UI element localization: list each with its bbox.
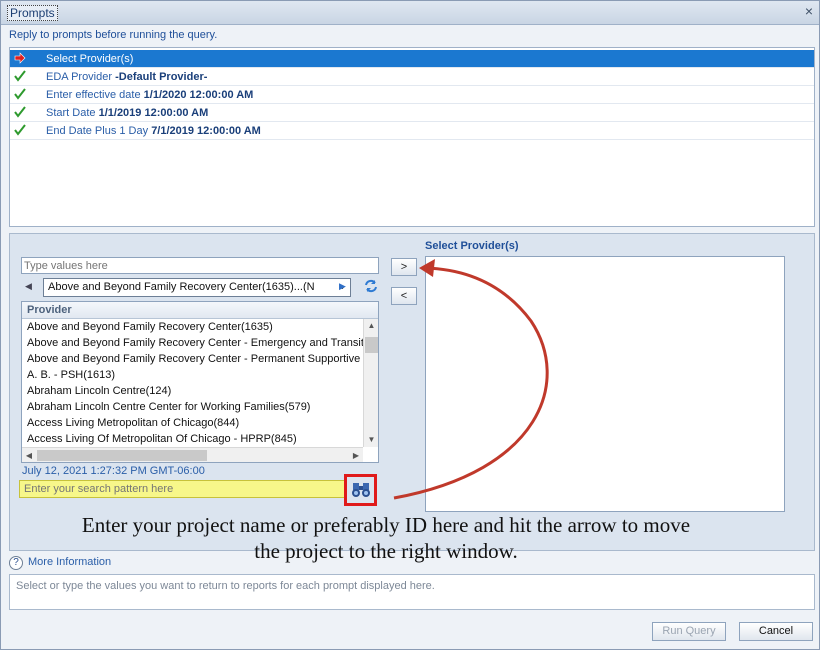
dialog-title: Prompts: [7, 5, 58, 21]
prompt-label-text: Enter effective date: [46, 89, 141, 101]
refresh-icon[interactable]: [363, 278, 379, 298]
prompt-row-end-date[interactable]: End Date Plus 1 Day 7/1/2019 12:00:00 AM: [10, 122, 814, 140]
scroll-up-icon[interactable]: ▲: [364, 319, 379, 333]
prompt-label-text: Start Date: [46, 107, 96, 119]
list-item[interactable]: Access Living Metropolitan of Chicago(84…: [27, 417, 363, 433]
red-arrow-icon: [14, 52, 28, 66]
title-bar: Prompts ×: [1, 1, 819, 25]
provider-list[interactable]: Provider Above and Beyond Family Recover…: [21, 301, 379, 463]
list-item[interactable]: Above and Beyond Family Recovery Center …: [27, 353, 363, 369]
prompt-value: 1/1/2020 12:00:00 AM: [143, 89, 254, 101]
scroll-right-icon[interactable]: ▶: [349, 449, 363, 462]
prompt-label: Start Date 1/1/2019 12:00:00 AM: [46, 107, 208, 119]
prompt-value: 1/1/2019 12:00:00 AM: [98, 107, 209, 119]
list-item[interactable]: Above and Beyond Family Recovery Center …: [27, 337, 363, 353]
close-icon[interactable]: ×: [805, 3, 813, 19]
remove-button[interactable]: <: [391, 287, 417, 305]
binoculars-icon: [351, 481, 371, 503]
selected-values-heading: Select Provider(s): [425, 240, 519, 252]
annotation-text: Enter your project name or preferably ID…: [16, 512, 756, 564]
prompt-row-select-provider[interactable]: Select Provider(s): [10, 50, 814, 68]
help-icon: ?: [9, 556, 23, 570]
prompt-label: Enter effective date 1/1/2020 12:00:00 A…: [46, 89, 253, 101]
list-item[interactable]: Abraham Lincoln Centre(124): [27, 385, 363, 401]
selected-values-list[interactable]: [425, 256, 785, 512]
prompt-label-text: End Date Plus 1 Day: [46, 125, 149, 137]
annotation-line-1: Enter your project name or preferably ID…: [81, 513, 691, 537]
scroll-thumb[interactable]: [365, 337, 378, 353]
prompt-list: Select Provider(s) EDA Provider -Default…: [9, 47, 815, 227]
cancel-button[interactable]: Cancel: [739, 622, 813, 641]
prompt-description: Select or type the values you want to re…: [9, 574, 815, 610]
prompt-label-text: EDA Provider: [46, 71, 113, 83]
instruction-text: Reply to prompts before running the quer…: [9, 29, 218, 41]
list-item[interactable]: A. B. - PSH(1613): [27, 369, 363, 385]
prompts-dialog: Prompts × Reply to prompts before runnin…: [0, 0, 820, 650]
run-query-button[interactable]: Run Query: [652, 622, 726, 641]
prompt-value: -Default Provider-: [115, 71, 208, 83]
more-information-link[interactable]: ? More Information: [9, 556, 111, 570]
add-button[interactable]: >: [391, 258, 417, 276]
green-check-icon: [14, 106, 28, 120]
more-information-label: More Information: [28, 556, 112, 568]
search-button[interactable]: [344, 474, 377, 506]
prev-page-icon[interactable]: ◀: [25, 281, 32, 292]
prompt-value: 7/1/2019 12:00:00 AM: [151, 125, 261, 137]
provider-column-header: Provider: [22, 302, 378, 319]
prompt-row-eda-provider[interactable]: EDA Provider -Default Provider-: [10, 68, 814, 86]
list-item[interactable]: Above and Beyond Family Recovery Center(…: [27, 321, 363, 337]
prompt-row-start-date[interactable]: Start Date 1/1/2019 12:00:00 AM: [10, 104, 814, 122]
next-page-icon[interactable]: ▶: [339, 281, 346, 292]
annotation-line-2: the project to the right window.: [254, 539, 518, 563]
prompt-row-effective-date[interactable]: Enter effective date 1/1/2020 12:00:00 A…: [10, 86, 814, 104]
horizontal-scrollbar[interactable]: ◀ ▶: [22, 447, 363, 462]
prompt-label: End Date Plus 1 Day 7/1/2019 12:00:00 AM: [46, 125, 261, 137]
green-check-icon: [14, 70, 28, 84]
prompt-label: Select Provider(s): [46, 53, 134, 65]
refresh-timestamp: July 12, 2021 1:27:32 PM GMT-06:00: [22, 465, 205, 477]
green-check-icon: [14, 124, 28, 138]
scroll-thumb[interactable]: [37, 450, 207, 461]
vertical-scrollbar[interactable]: ▲ ▼: [363, 319, 378, 447]
provider-navigator: ◀ Above and Beyond Family Recovery Cente…: [21, 278, 379, 298]
dropdown-value: Above and Beyond Family Recovery Center(…: [48, 281, 315, 293]
prompt-label: EDA Provider -Default Provider-: [46, 71, 207, 83]
list-item[interactable]: Abraham Lincoln Centre Center for Workin…: [27, 401, 363, 417]
green-check-icon: [14, 88, 28, 102]
values-input[interactable]: [21, 257, 379, 274]
search-input[interactable]: [19, 480, 345, 498]
provider-page-dropdown[interactable]: Above and Beyond Family Recovery Center(…: [43, 278, 351, 297]
scroll-down-icon[interactable]: ▼: [364, 433, 379, 447]
scroll-left-icon[interactable]: ◀: [22, 449, 36, 462]
